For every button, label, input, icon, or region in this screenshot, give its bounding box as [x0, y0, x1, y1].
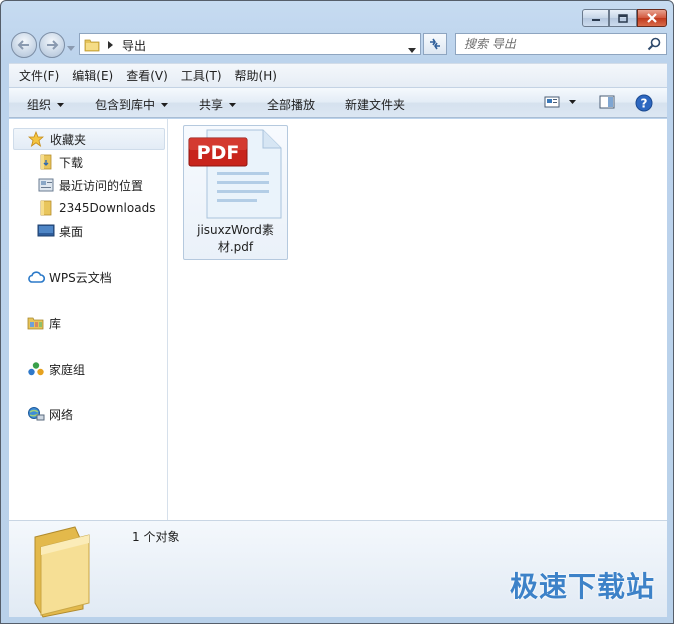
forward-arrow-icon: [47, 40, 59, 50]
search-box[interactable]: [455, 33, 667, 55]
share-button[interactable]: 共享: [199, 96, 237, 113]
nav-downloads[interactable]: 下载: [37, 151, 83, 173]
back-arrow-icon: [17, 40, 29, 50]
homegroup-icon: [27, 360, 45, 378]
desktop-icon: [37, 222, 55, 240]
new-folder-button[interactable]: 新建文件夹: [345, 96, 405, 113]
play-all-button[interactable]: 全部播放: [267, 96, 315, 113]
refresh-button[interactable]: [423, 33, 447, 55]
back-button[interactable]: [11, 32, 37, 58]
pdf-badge-text: PDF: [197, 142, 240, 164]
folder-icon: [84, 39, 100, 52]
new-folder-label: 新建文件夹: [345, 98, 406, 112]
menu-bar: 文件(F) 编辑(E) 查看(V) 工具(T) 帮助(H): [9, 63, 667, 87]
chevron-down-icon: [229, 102, 237, 107]
menu-view[interactable]: 查看(V): [126, 67, 168, 84]
file-name-label: jisuxzWord素材.pdf: [197, 223, 274, 254]
close-button[interactable]: [637, 9, 667, 27]
chevron-down-icon: [67, 46, 75, 51]
menu-edit[interactable]: 编辑(E): [72, 67, 113, 84]
caption-buttons: [582, 9, 667, 27]
nav-2345downloads-label: 2345Downloads: [59, 201, 156, 215]
watermark-text: 极速下载站: [509, 570, 655, 603]
nav-recent-places-label: 最近访问的位置: [59, 178, 144, 193]
explorer-window: 导出 文件(F) 编辑(E) 查看(V) 工具(T) 帮助(H) 组织 包含到库…: [0, 0, 674, 624]
cloud-icon: [27, 268, 45, 286]
nav-libraries[interactable]: 库: [27, 312, 61, 334]
include-in-library-button[interactable]: 包含到库中: [95, 96, 169, 113]
folder-icon: [37, 199, 55, 217]
nav-homegroup-label: 家庭组: [49, 362, 86, 377]
chevron-down-icon: [57, 102, 65, 107]
item-count-status: 1 个对象: [132, 530, 180, 544]
nav-recent-places[interactable]: 最近访问的位置: [37, 174, 143, 196]
nav-network[interactable]: 网络: [27, 403, 73, 425]
file-item[interactable]: PDF jisuxzWord素材.pdf: [183, 125, 288, 260]
nav-2345downloads[interactable]: 2345Downloads: [37, 197, 155, 219]
breadcrumb-arrow-icon: [108, 41, 113, 49]
include-in-library-label: 包含到库中: [95, 98, 156, 112]
recent-places-icon: [37, 176, 55, 194]
navigation-pane: 收藏夹 下载 最近访问的位置 2345Downloads 桌面 WPS云文档 库…: [9, 119, 168, 520]
address-history-dropdown[interactable]: [408, 42, 416, 56]
view-icon: [544, 96, 560, 108]
svg-text:?: ?: [641, 97, 648, 111]
search-input[interactable]: [464, 34, 644, 54]
menu-help[interactable]: 帮助(H): [235, 67, 277, 84]
help-icon: ?: [635, 94, 653, 112]
close-icon: [647, 13, 657, 23]
help-button[interactable]: ?: [635, 94, 653, 115]
nav-favorites[interactable]: 收藏夹: [13, 128, 165, 150]
maximize-button[interactable]: [609, 9, 637, 27]
address-bar[interactable]: 导出: [79, 33, 421, 55]
minimize-button[interactable]: [582, 9, 609, 27]
organize-button[interactable]: 组织: [27, 96, 65, 113]
chevron-down-icon: [161, 102, 169, 107]
nav-desktop-label: 桌面: [59, 224, 84, 239]
forward-button[interactable]: [39, 32, 65, 58]
refresh-icon: [430, 38, 440, 50]
preview-pane-icon: [599, 95, 615, 109]
nav-desktop[interactable]: 桌面: [37, 220, 83, 242]
maximize-icon: [618, 13, 628, 23]
chevron-down-icon: [408, 48, 416, 53]
library-icon: [27, 314, 45, 332]
file-list-area[interactable]: PDF jisuxzWord素材.pdf: [168, 119, 667, 520]
menu-tools[interactable]: 工具(T): [181, 67, 222, 84]
nav-favorites-label: 收藏夹: [50, 132, 87, 147]
network-icon: [27, 405, 45, 423]
nav-libraries-label: 库: [49, 316, 62, 331]
nav-network-label: 网络: [49, 407, 74, 422]
downloads-folder-icon: [37, 153, 55, 171]
breadcrumb-current[interactable]: 导出: [122, 37, 146, 54]
details-pane: 1 个对象 极速下载站: [9, 520, 667, 618]
star-icon: [28, 130, 46, 148]
nav-wps-cloud-label: WPS云文档: [49, 270, 112, 285]
organize-label: 组织: [27, 98, 52, 112]
view-options-button[interactable]: [544, 95, 576, 109]
search-icon[interactable]: [647, 37, 661, 51]
large-folder-icon: [34, 526, 90, 618]
nav-homegroup[interactable]: 家庭组: [27, 358, 85, 380]
recent-pages-dropdown[interactable]: [67, 41, 75, 55]
play-all-label: 全部播放: [267, 98, 316, 112]
preview-pane-button[interactable]: [599, 95, 615, 112]
minimize-icon: [591, 19, 600, 21]
menu-file[interactable]: 文件(F): [19, 67, 59, 84]
command-bar: 组织 包含到库中 共享 全部播放 新建文件夹 ?: [9, 87, 667, 118]
nav-downloads-label: 下载: [59, 155, 84, 170]
chevron-down-icon: [569, 100, 576, 104]
share-label: 共享: [199, 98, 224, 112]
pdf-file-icon: PDF: [188, 129, 282, 219]
nav-wps-cloud[interactable]: WPS云文档: [27, 266, 112, 288]
